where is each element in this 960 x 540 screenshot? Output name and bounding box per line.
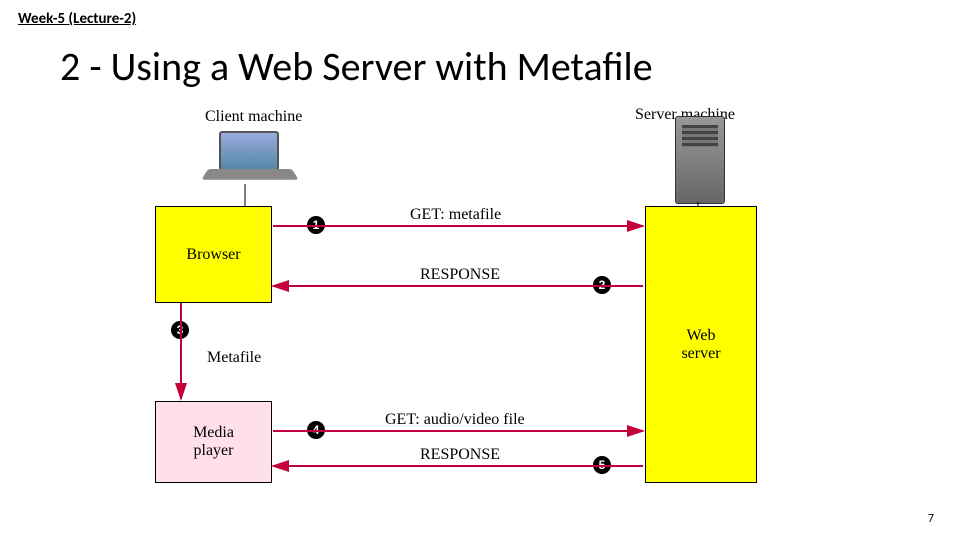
slide: Week-5 (Lecture-2) 2 - Using a Web Serve… bbox=[0, 0, 960, 540]
page-number: 7 bbox=[928, 512, 934, 526]
diagram: Client machine Server machine Browser We… bbox=[145, 106, 815, 486]
slide-header: Week-5 (Lecture-2) bbox=[18, 10, 136, 28]
slide-title: 2 - Using a Web Server with Metafile bbox=[60, 42, 653, 91]
arrows-layer bbox=[145, 106, 815, 486]
